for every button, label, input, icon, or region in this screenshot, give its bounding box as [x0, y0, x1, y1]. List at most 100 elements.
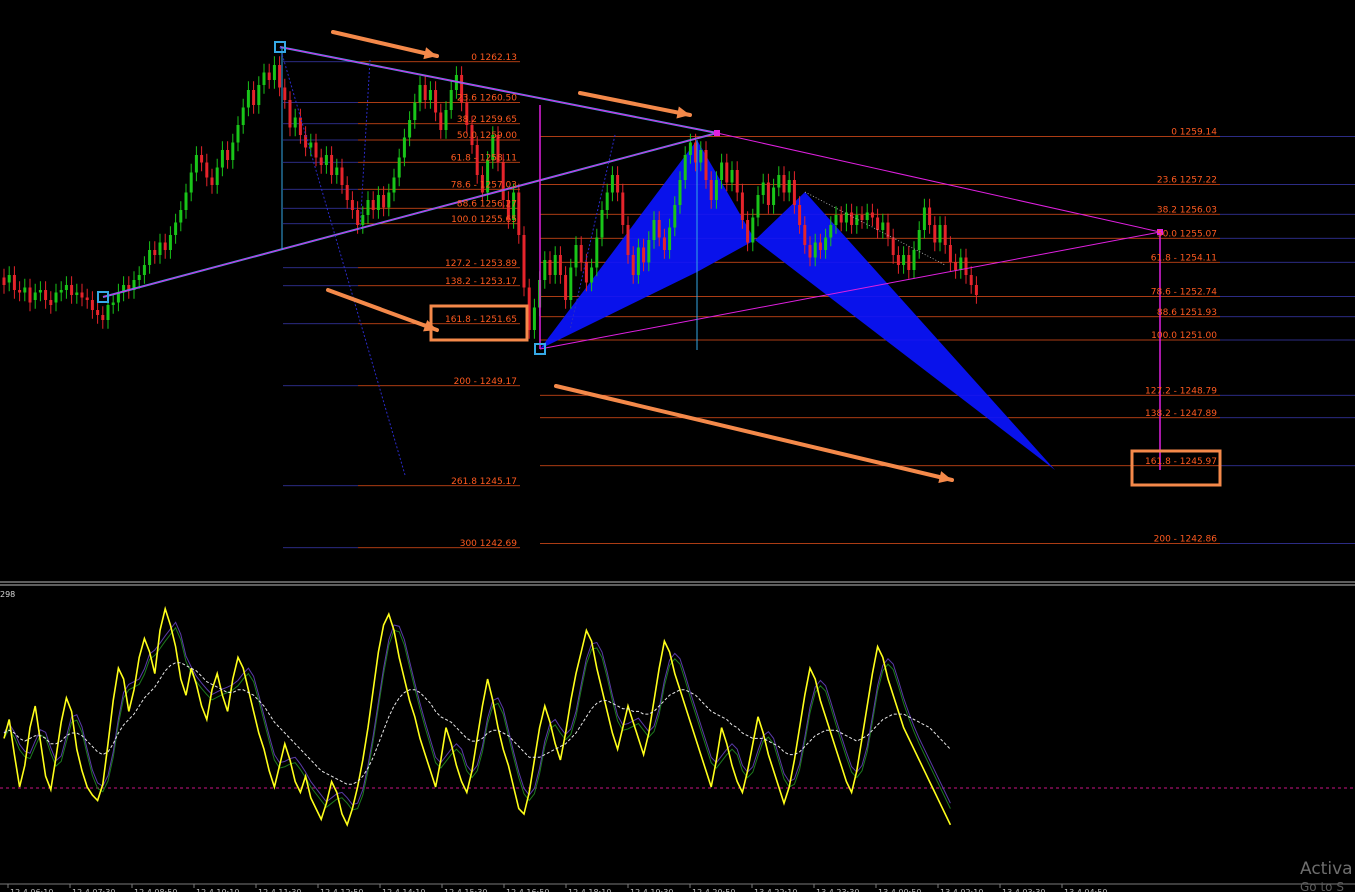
candle-body — [735, 170, 739, 193]
candle-body — [335, 167, 339, 175]
candle-body — [64, 285, 68, 290]
fib-label: 88.6 1256.27 — [457, 199, 517, 209]
candle-body — [933, 225, 937, 243]
candle-body — [158, 242, 162, 255]
candle-body — [668, 227, 672, 250]
candle-body — [642, 247, 646, 263]
candle-body — [350, 200, 354, 210]
candle-body — [371, 200, 375, 210]
fib-label: 100.0 1255.65 — [451, 215, 517, 225]
candle-body — [543, 260, 547, 280]
time-label: 12.4 16:50 — [506, 888, 549, 892]
candle-body — [184, 192, 188, 210]
candle-body — [761, 182, 765, 195]
candle-body — [345, 185, 349, 200]
candle-body — [709, 180, 713, 200]
fib-label: 50.0 1259.00 — [457, 131, 517, 141]
candle-body — [860, 215, 864, 220]
candle-body — [226, 150, 230, 160]
candle-body — [90, 300, 94, 310]
candle-body — [356, 210, 360, 225]
candle-body — [522, 235, 526, 288]
candle-body — [647, 240, 651, 263]
candle-body — [387, 192, 391, 208]
fib-label: 100.0 1251.00 — [1151, 331, 1217, 341]
candle-body — [402, 137, 406, 158]
fib-label: 0 1259.14 — [1171, 128, 1217, 138]
time-label: 13.4 00:50 — [878, 888, 921, 892]
candle-body — [532, 307, 536, 330]
time-label: 12.4 08:50 — [134, 888, 177, 892]
candle-body — [283, 87, 287, 100]
candle-body — [444, 110, 448, 130]
candle-body — [267, 72, 271, 80]
fib-label: 161.8 - 1251.65 — [445, 315, 517, 325]
candle-body — [96, 310, 100, 315]
candle-body — [449, 90, 453, 110]
candle-body — [746, 220, 750, 243]
candle-body — [850, 212, 854, 225]
candle-body — [631, 255, 635, 275]
candle-body — [787, 180, 791, 193]
time-label: 12.4 11:30 — [258, 888, 301, 892]
candle-body — [704, 150, 708, 180]
candle-body — [330, 155, 334, 175]
candle-body — [824, 237, 828, 250]
candle-body — [272, 65, 276, 80]
candle-body — [673, 205, 677, 228]
candle-body — [418, 85, 422, 103]
candle-body — [44, 290, 48, 300]
candle-body — [262, 72, 266, 85]
candle-body — [439, 112, 443, 130]
time-label: 13.4 23:30 — [816, 888, 859, 892]
indicator-label: 298 — [0, 590, 15, 599]
time-label: 13.4 22:10 — [754, 888, 797, 892]
candle-body — [683, 155, 687, 180]
price-chart: 0 1262.13 23.6 1260.50 38.2 1259.65 50.0 12… — [0, 0, 1355, 892]
candle-body — [148, 250, 152, 265]
candle-body — [740, 192, 744, 220]
candle-body — [142, 265, 146, 275]
candle-body — [80, 292, 84, 298]
candle-body — [106, 305, 110, 320]
candle-body — [876, 217, 880, 230]
candle-body — [12, 275, 16, 290]
candle-body — [839, 215, 843, 223]
candle-body — [720, 162, 724, 180]
candle-body — [928, 207, 932, 225]
candle-body — [652, 220, 656, 240]
candle-body — [569, 267, 573, 300]
candle-body — [829, 225, 833, 238]
candle-body — [54, 292, 58, 303]
fib-label: 38.2 1259.65 — [457, 115, 517, 125]
chart-background — [0, 0, 1355, 892]
fib-label: 78.6 - 1257.03 — [451, 180, 517, 190]
candle-body — [309, 142, 313, 148]
watermark-subtext: Go to S — [1300, 880, 1344, 892]
fib-label: 200 - 1249.17 — [454, 377, 517, 387]
candle-body — [200, 155, 204, 163]
candle-body — [236, 125, 240, 143]
candle-body — [621, 192, 625, 225]
candle-body — [376, 195, 380, 210]
candle-body — [558, 255, 562, 275]
candle-body — [174, 222, 178, 235]
candle-body — [137, 275, 141, 280]
fib-label: 61.8 - 1254.11 — [1151, 253, 1217, 263]
candle-body — [590, 267, 594, 283]
time-label: 12.4 19:30 — [630, 888, 673, 892]
candle-body — [954, 262, 958, 270]
candle-body — [278, 65, 282, 88]
candle-body — [902, 255, 906, 265]
candle-body — [730, 170, 734, 183]
candle-body — [626, 225, 630, 255]
fib-label: 38.2 1256.03 — [1157, 205, 1217, 215]
candle-body — [423, 85, 427, 100]
candle-body — [241, 107, 245, 125]
candle-body — [870, 212, 874, 218]
fib-label: 200 - 1242.86 — [1154, 535, 1218, 545]
candle-body — [662, 237, 666, 250]
candle-body — [28, 287, 32, 303]
candle-body — [798, 205, 802, 225]
time-label: 12.4 15:30 — [444, 888, 487, 892]
